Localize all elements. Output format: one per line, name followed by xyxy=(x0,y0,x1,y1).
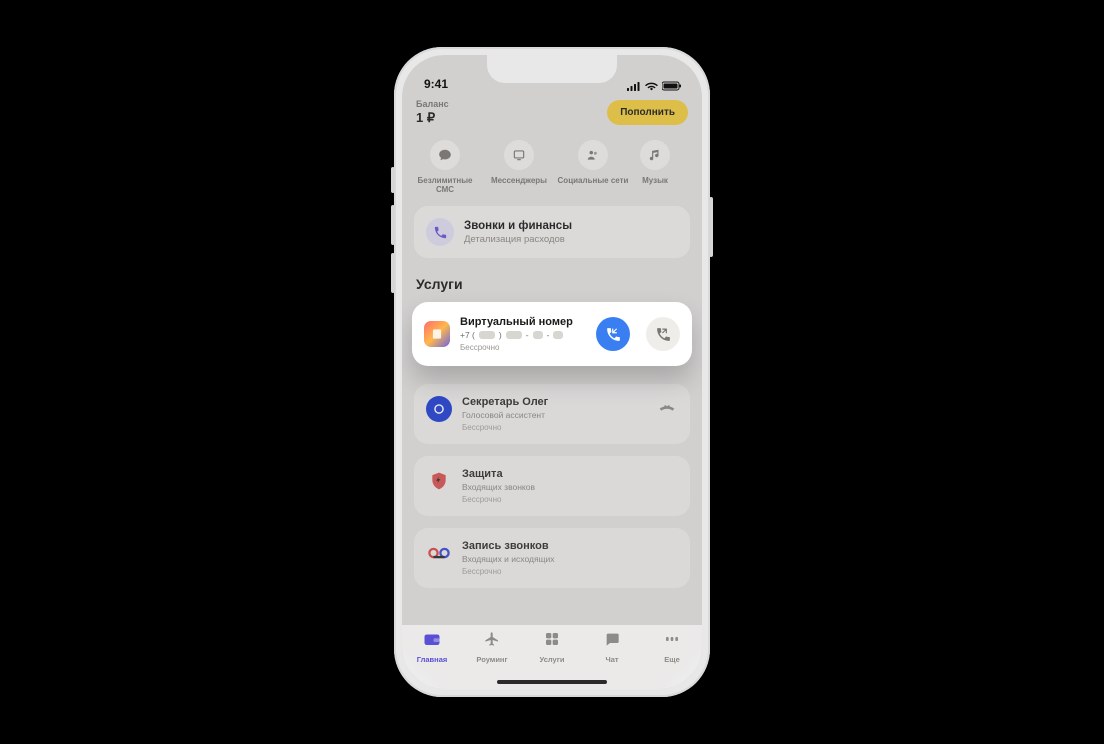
finance-subtitle: Детализация расходов xyxy=(464,234,572,245)
service-title: Секретарь Олег xyxy=(462,396,678,408)
social-icon xyxy=(578,140,608,170)
shield-icon xyxy=(426,468,452,494)
messenger-icon xyxy=(504,140,534,170)
quick-categories: Безлимитные СМС Мессенджеры Социальные с… xyxy=(402,132,702,200)
home-indicator xyxy=(497,680,607,684)
calls-finance-card[interactable]: Звонки и финансы Детализация расходов xyxy=(414,206,690,258)
tab-label: Роуминг xyxy=(476,655,507,664)
quick-item-social[interactable]: Социальные сети xyxy=(556,140,630,194)
balance-header: Баланс 1 ₽ Пополнить xyxy=(402,91,702,132)
notch xyxy=(487,55,617,83)
grid-icon xyxy=(543,631,561,652)
plane-icon xyxy=(483,631,501,652)
service-subtitle: Входящих звонков xyxy=(462,482,678,492)
voicemail-icon xyxy=(426,540,452,566)
tab-roaming[interactable]: Роуминг xyxy=(462,631,522,664)
outgoing-call-button[interactable] xyxy=(646,317,680,351)
tab-more[interactable]: Еще xyxy=(642,631,702,664)
phone-ruble-icon xyxy=(426,218,454,246)
quick-label: Безлимитные СМС xyxy=(408,176,482,194)
tab-label: Главная xyxy=(417,655,448,664)
quick-item-messengers[interactable]: Мессенджеры xyxy=(482,140,556,194)
virtual-number-note: Бессрочно xyxy=(460,343,586,352)
status-time: 9:41 xyxy=(424,77,448,91)
finance-title: Звонки и финансы xyxy=(464,220,572,232)
wifi-icon xyxy=(645,81,658,91)
service-title: Запись звонков xyxy=(462,540,678,552)
balance-label: Баланс xyxy=(416,99,449,109)
quick-item-sms[interactable]: Безлимитные СМС xyxy=(408,140,482,194)
tab-label: Еще xyxy=(664,655,680,664)
battery-icon xyxy=(662,81,682,91)
incoming-call-button[interactable] xyxy=(596,317,630,351)
topup-button[interactable]: Пополнить xyxy=(607,100,688,125)
quick-label: Музык xyxy=(642,176,668,185)
chat-bubble-icon xyxy=(430,140,460,170)
tab-label: Чат xyxy=(605,655,618,664)
services-section-title: Услуги xyxy=(416,276,688,292)
wallet-icon xyxy=(423,631,441,652)
tab-chat[interactable]: Чат xyxy=(582,631,642,664)
sim-card-icon xyxy=(424,321,450,347)
service-subtitle: Голосовой ассистент xyxy=(462,410,678,420)
service-subtitle: Входящих и исходящих xyxy=(462,554,678,564)
service-note: Бессрочно xyxy=(462,495,678,504)
cellular-icon xyxy=(627,81,641,91)
service-note: Бессрочно xyxy=(462,423,678,432)
virtual-number-card[interactable]: Виртуальный номер +7 () -- Бессрочно xyxy=(412,302,692,366)
service-title: Защита xyxy=(462,468,678,480)
music-icon xyxy=(640,140,670,170)
service-card-recording[interactable]: Запись звонков Входящих и исходящих Бесс… xyxy=(414,528,690,588)
tab-services[interactable]: Услуги xyxy=(522,631,582,664)
virtual-number-value: +7 () -- xyxy=(460,330,586,340)
tab-home[interactable]: Главная xyxy=(402,631,462,664)
balance-value: 1 ₽ xyxy=(416,110,449,126)
chat-icon xyxy=(603,631,621,652)
quick-label: Социальные сети xyxy=(558,176,629,185)
missed-call-icon xyxy=(656,401,678,428)
service-card-secretary[interactable]: Секретарь Олег Голосовой ассистент Бесср… xyxy=(414,384,690,444)
virtual-number-title: Виртуальный номер xyxy=(460,316,586,328)
quick-label: Мессенджеры xyxy=(491,176,547,185)
letter-o-icon xyxy=(426,396,452,422)
more-icon xyxy=(663,631,681,652)
tab-label: Услуги xyxy=(540,655,565,664)
quick-item-music[interactable]: Музык xyxy=(630,140,680,194)
phone-frame: 9:41 xyxy=(394,47,710,697)
service-card-protection[interactable]: Защита Входящих звонков Бессрочно xyxy=(414,456,690,516)
service-note: Бессрочно xyxy=(462,567,678,576)
